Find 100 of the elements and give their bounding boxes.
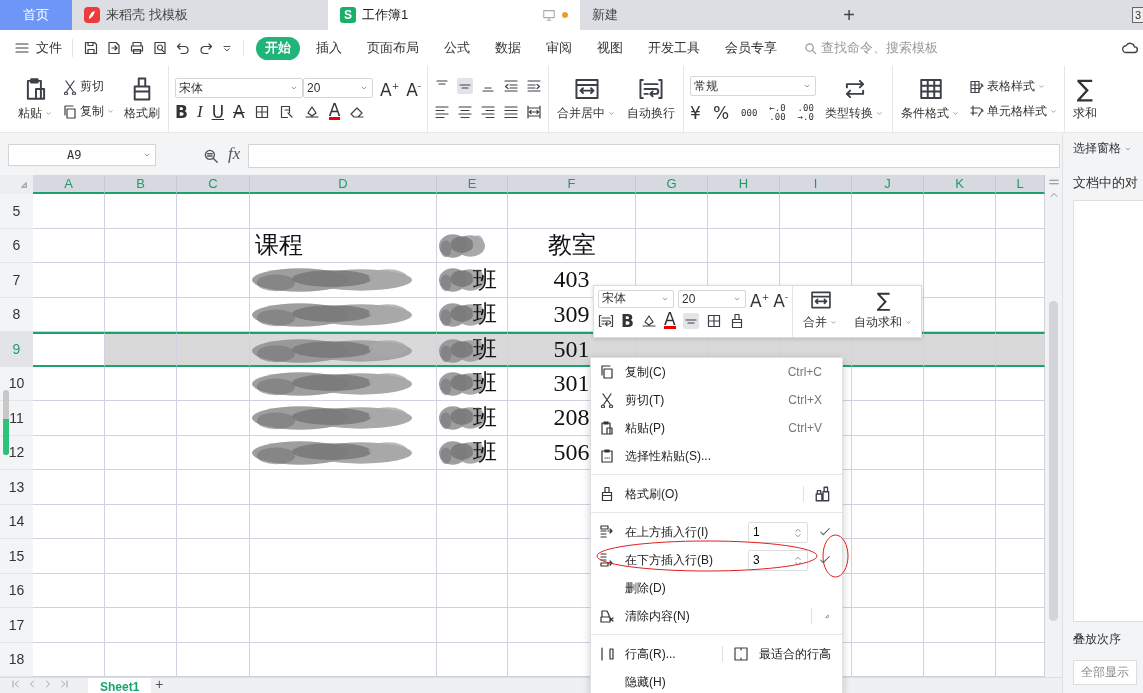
italic-button[interactable]: I	[196, 104, 203, 120]
strikethrough-button[interactable]: A	[233, 104, 245, 120]
grow-font-button[interactable]: A$^{+}$	[380, 78, 400, 98]
thousands-button[interactable]: 000	[741, 108, 758, 118]
number-format-select[interactable]: 常规	[690, 76, 817, 96]
menu-item[interactable]: 删除(D)	[625, 579, 666, 597]
new-tab-button[interactable]: +	[830, 0, 868, 30]
font-select[interactable]: 宋体	[175, 78, 303, 98]
font-size-select[interactable]: 20	[678, 289, 746, 308]
font-color-button[interactable]: A	[328, 104, 341, 120]
function-button[interactable]: fx	[228, 144, 241, 164]
sum-button[interactable]: ∑ 求和	[1071, 76, 1100, 122]
bold-button[interactable]: B	[175, 104, 188, 120]
conditional-format-button[interactable]: 条件格式	[899, 76, 963, 122]
border-icon[interactable]	[705, 312, 722, 329]
formula-field[interactable]	[248, 144, 1060, 168]
format-painter-button[interactable]: 格式刷	[122, 76, 162, 122]
wrap-text-button[interactable]: 自动换行	[625, 76, 678, 122]
paste-button[interactable]: 粘贴	[16, 76, 55, 122]
search-icon[interactable]	[803, 40, 818, 56]
save-icon[interactable]	[83, 40, 99, 56]
window-count[interactable]: 3	[1131, 7, 1143, 23]
indent-decrease-icon[interactable]	[503, 78, 520, 94]
count-input[interactable]: 3	[753, 550, 783, 570]
ribbon-tab[interactable]: 页面布局	[358, 36, 428, 60]
spinner-icon[interactable]	[792, 554, 804, 567]
decrease-decimal-button[interactable]: .00 →.0	[797, 104, 814, 122]
shortcut-label: Ctrl+V	[788, 421, 822, 435]
table-cell	[105, 401, 177, 436]
export-icon[interactable]	[106, 40, 122, 56]
bold-button[interactable]: B	[621, 312, 634, 329]
border-icon[interactable]	[253, 104, 270, 120]
justify-icon[interactable]	[503, 104, 520, 120]
table-cell: 班	[437, 366, 508, 401]
row-header[interactable]: 6	[12, 237, 21, 254]
scrollbar-thumb[interactable]	[1049, 301, 1058, 621]
unsaved-dot-icon	[562, 12, 568, 18]
cut-button[interactable]: 剪切	[62, 78, 115, 95]
table-cell	[924, 504, 996, 539]
ribbon-tab[interactable]: 插入	[307, 36, 351, 60]
table-cell	[924, 435, 996, 470]
menu-icon[interactable]	[14, 40, 30, 56]
copy-button[interactable]: 复制	[62, 103, 115, 120]
name-box[interactable]: A9	[8, 144, 156, 166]
percent-button[interactable]: %	[712, 105, 730, 121]
zoom-icon[interactable]	[202, 147, 220, 165]
menu-item[interactable]: 清除内容(N)	[625, 607, 690, 625]
count-field[interactable]: 3	[748, 549, 808, 571]
merge-button[interactable]: 合并	[801, 289, 841, 334]
add-sheet-button[interactable]: +	[155, 678, 164, 690]
table-cell	[33, 401, 105, 436]
show-all-button[interactable]: 全部显示	[1073, 660, 1137, 685]
table-cell	[852, 366, 924, 401]
row-header[interactable]: 8	[12, 306, 21, 323]
ribbon-tab[interactable]: 开发工具	[639, 36, 709, 60]
ribbon-tab[interactable]: 会员专享	[716, 36, 786, 60]
row-header[interactable]: 7	[12, 271, 21, 288]
menu-item[interactable]: 格式刷(O)	[625, 485, 679, 503]
align-right-icon[interactable]	[480, 104, 497, 120]
row-header[interactable]: 5	[12, 202, 21, 219]
table-cell	[105, 332, 177, 367]
brush-icon[interactable]	[814, 485, 832, 503]
autosum-button[interactable]: ∑ 自动求和	[852, 289, 916, 334]
wrap-icon[interactable]	[598, 312, 614, 329]
menu-item[interactable]: 在上方插入行(I)	[625, 523, 709, 541]
menu-item[interactable]: 在下方插入行(B)	[625, 551, 713, 569]
convert-button[interactable]: 类型转换	[823, 76, 887, 122]
currency-button[interactable]: ¥	[690, 105, 701, 121]
scissors-icon	[62, 78, 78, 95]
ribbon-tab[interactable]: 数据	[486, 36, 530, 60]
increase-decimal-button[interactable]: ←.0 .00	[769, 104, 786, 122]
menu-item[interactable]: 最适合的行高	[758, 645, 831, 663]
print-icon[interactable]	[129, 40, 145, 56]
menu-item[interactable]: 行高(R)...	[625, 645, 676, 663]
preview-icon[interactable]	[152, 40, 168, 56]
ribbon-tab[interactable]: 公式	[435, 36, 479, 60]
count-field[interactable]: 1	[748, 521, 808, 543]
shrink-font-button[interactable]: A$^{-}$	[773, 289, 789, 309]
font-select[interactable]: 宋体	[598, 289, 674, 308]
grow-font-button[interactable]: A$^{+}$	[750, 289, 770, 309]
file-menu[interactable]: 文件	[36, 39, 62, 57]
font-color-button[interactable]: A	[663, 312, 676, 329]
ribbon-tab[interactable]: 视图	[588, 36, 632, 60]
align-left-icon[interactable]	[434, 104, 451, 120]
indent-increase-icon[interactable]	[526, 78, 543, 94]
distribute-icon[interactable]	[526, 104, 543, 120]
fill-color-icon[interactable]	[303, 104, 320, 120]
document-tab[interactable]: S 工作簿1	[328, 0, 580, 30]
table-style-button[interactable]: 表格样式	[969, 78, 1059, 95]
underline-button[interactable]: U	[211, 104, 225, 120]
ribbon-tab[interactable]: 审阅	[537, 36, 581, 60]
format-icon[interactable]	[278, 104, 295, 120]
pane-title[interactable]: 选择窗格	[1073, 140, 1121, 157]
cell-style-button[interactable]: 单元格样式	[969, 103, 1059, 120]
shrink-font-button[interactable]: A$^{-}$	[406, 78, 422, 98]
font-size-select[interactable]: 20	[303, 78, 373, 98]
count-input[interactable]: 1	[753, 522, 783, 542]
merge-center-button[interactable]: 合并居中	[555, 76, 619, 122]
menu-item[interactable]: 隐藏(H)	[625, 673, 666, 691]
align-center-icon[interactable]	[457, 104, 474, 120]
